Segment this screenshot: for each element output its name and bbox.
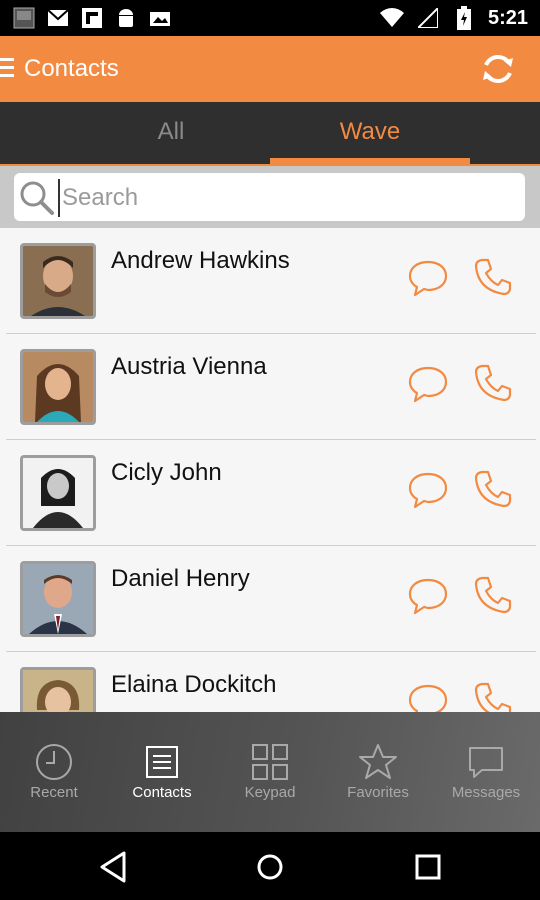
notification-icons [12,6,172,30]
avatar [20,243,96,319]
tab-wave[interactable]: Wave [270,102,470,164]
contact-row[interactable]: Cicly John [0,440,540,546]
message-bubble-icon[interactable] [408,682,448,712]
avatar [20,455,96,531]
avatar [20,667,96,712]
nav-favorites[interactable]: Favorites [324,712,432,832]
nav-label: Keypad [244,784,296,801]
nav-messages[interactable]: Messages [432,712,540,832]
nav-recent[interactable]: Recent [0,712,108,832]
keypad-grid-icon [252,744,288,780]
back-icon[interactable] [96,850,132,884]
battery-icon [452,6,476,30]
contact-name: Elaina Dockitch [111,671,277,698]
contact-name: Cicly John [111,459,222,486]
home-icon[interactable] [252,850,288,884]
signal-icon [416,6,440,30]
search-input[interactable] [58,179,514,217]
refresh-icon[interactable] [478,49,518,89]
contact-row[interactable]: Austria Vienna [0,334,540,440]
photo-icon [148,6,172,30]
message-bubble-icon [469,747,503,778]
phone-icon[interactable] [472,362,514,404]
nav-label: Messages [451,784,521,801]
system-nav-bar [0,832,540,900]
menu-icon[interactable] [0,58,14,80]
nav-label: Favorites [347,784,409,801]
message-bubble-icon[interactable] [408,364,448,404]
tab-bar: All Wave [0,102,540,166]
search-icon [20,181,54,215]
avatar [20,561,96,637]
message-bubble-icon[interactable] [408,470,448,510]
clock-icon [36,744,72,780]
nav-label: Contacts [132,784,192,801]
contacts-list-icon [146,746,178,778]
contact-row[interactable]: Andrew Hawkins [0,228,540,334]
flipboard-icon [80,6,104,30]
tab-all[interactable]: All [71,102,271,164]
wifi-icon [379,6,404,30]
star-icon [359,744,397,779]
contact-name: Andrew Hawkins [111,247,290,274]
recents-icon[interactable] [410,850,446,884]
nav-label: Recent [30,784,78,801]
contact-row[interactable]: Elaina Dockitch [0,652,540,712]
app-bar: Contacts [0,36,540,102]
app-title: Contacts [24,55,119,82]
android-icon [114,6,138,30]
contact-row[interactable]: Daniel Henry [0,546,540,652]
message-bubble-icon[interactable] [408,576,448,616]
status-time: 5:21 [487,7,528,29]
message-bubble-icon[interactable] [408,258,448,298]
avatar [20,349,96,425]
system-indicators: 5:21 [379,6,528,30]
phone-icon[interactable] [472,574,514,616]
app-thumbnail-icon [12,6,36,30]
phone-icon[interactable] [472,468,514,510]
contact-name: Austria Vienna [111,353,267,380]
nav-keypad[interactable]: Keypad [216,712,324,832]
contact-name: Daniel Henry [111,565,250,592]
phone-icon[interactable] [472,256,514,298]
search-bar [0,166,540,228]
search-box [14,173,525,221]
nav-contacts[interactable]: Contacts [108,712,216,832]
status-bar: 5:21 [0,0,540,36]
email-icon [46,6,70,30]
phone-icon[interactable] [472,680,514,712]
contact-list: Andrew Hawkins Austria Vienna Cicly John [0,228,540,712]
active-tab-indicator [270,158,470,164]
bottom-nav: Recent Contacts Keypad Favorites Message… [0,712,540,832]
